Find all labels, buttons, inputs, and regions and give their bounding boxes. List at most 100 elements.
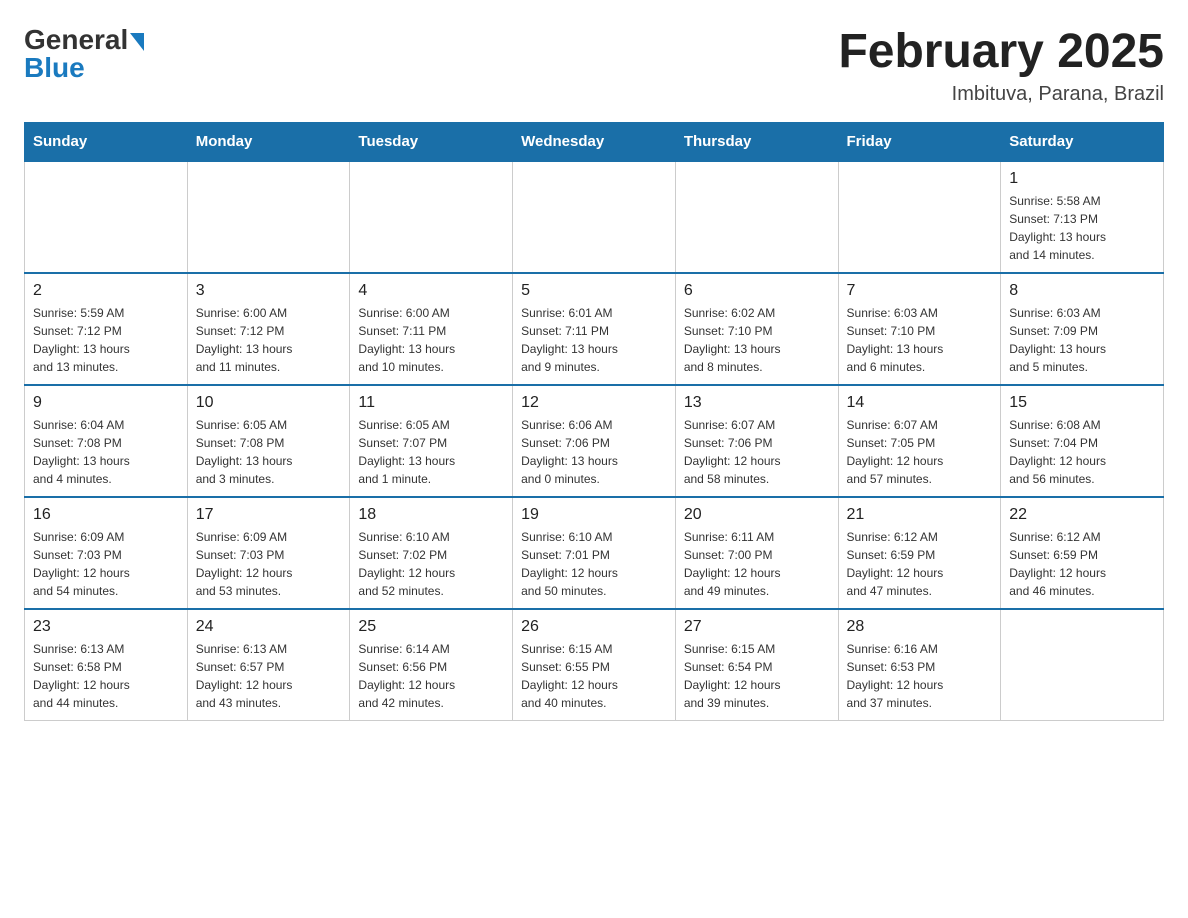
- calendar-cell: 18 Sunrise: 6:10 AMSunset: 7:02 PMDayligh…: [350, 497, 513, 609]
- weekday-header-row: SundayMondayTuesdayWednesdayThursdayFrid…: [25, 123, 1164, 162]
- logo: General Blue: [24, 24, 144, 84]
- day-info: Sunrise: 6:15 AMSunset: 6:54 PMDaylight:…: [684, 640, 830, 712]
- day-number: 28: [847, 618, 993, 636]
- weekday-header-saturday: Saturday: [1001, 123, 1164, 162]
- day-number: 16: [33, 506, 179, 524]
- day-number: 21: [847, 506, 993, 524]
- day-number: 7: [847, 282, 993, 300]
- calendar-cell: [513, 161, 676, 273]
- day-number: 22: [1009, 506, 1155, 524]
- day-number: 14: [847, 394, 993, 412]
- day-number: 25: [358, 618, 504, 636]
- calendar-cell: 9Sunrise: 6:04 AMSunset: 7:08 PMDaylight…: [25, 385, 188, 497]
- calendar-week-row: 2 Sunrise: 5:59 AMSunset: 7:12 PMDaylight…: [25, 273, 1164, 385]
- calendar-cell: 15Sunrise: 6:08 AMSunset: 7:04 PMDayligh…: [1001, 385, 1164, 497]
- day-info: Sunrise: 6:11 AMSunset: 7:00 PMDaylight:…: [684, 528, 830, 600]
- calendar-week-row: 23Sunrise: 6:13 AMSunset: 6:58 PMDayligh…: [25, 609, 1164, 721]
- calendar-cell: 4 Sunrise: 6:00 AMSunset: 7:11 PMDaylight…: [350, 273, 513, 385]
- day-info: Sunrise: 6:12 AMSunset: 6:59 PMDaylight:…: [1009, 528, 1155, 600]
- calendar-cell: 3Sunrise: 6:00 AMSunset: 7:12 PMDaylight…: [187, 273, 350, 385]
- day-number: 6: [684, 282, 830, 300]
- calendar-cell: 12 Sunrise: 6:06 AMSunset: 7:06 PMDayligh…: [513, 385, 676, 497]
- day-info: Sunrise: 6:15 AMSunset: 6:55 PMDaylight:…: [521, 640, 667, 712]
- calendar-cell: 27 Sunrise: 6:15 AMSunset: 6:54 PMDayligh…: [675, 609, 838, 721]
- calendar-cell: 22 Sunrise: 6:12 AMSunset: 6:59 PMDayligh…: [1001, 497, 1164, 609]
- day-info: Sunrise: 6:03 AMSunset: 7:10 PMDaylight:…: [847, 304, 993, 376]
- calendar-cell: [838, 161, 1001, 273]
- day-number: 2: [33, 282, 179, 300]
- day-info: Sunrise: 6:09 AMSunset: 7:03 PMDaylight:…: [33, 528, 179, 600]
- day-number: 5: [521, 282, 667, 300]
- logo-arrow-icon: [130, 33, 144, 51]
- weekday-header-friday: Friday: [838, 123, 1001, 162]
- day-number: 18: [358, 506, 504, 524]
- calendar-cell: 11 Sunrise: 6:05 AMSunset: 7:07 PMDayligh…: [350, 385, 513, 497]
- day-info: Sunrise: 6:03 AMSunset: 7:09 PMDaylight:…: [1009, 304, 1155, 376]
- calendar-cell: 23Sunrise: 6:13 AMSunset: 6:58 PMDayligh…: [25, 609, 188, 721]
- day-info: Sunrise: 6:05 AMSunset: 7:08 PMDaylight:…: [196, 416, 342, 488]
- day-number: 10: [196, 394, 342, 412]
- weekday-header-wednesday: Wednesday: [513, 123, 676, 162]
- location-label: Imbituva, Parana, Brazil: [838, 83, 1164, 106]
- day-number: 26: [521, 618, 667, 636]
- calendar-cell: 5 Sunrise: 6:01 AMSunset: 7:11 PMDaylight…: [513, 273, 676, 385]
- calendar-cell: 20Sunrise: 6:11 AMSunset: 7:00 PMDayligh…: [675, 497, 838, 609]
- day-info: Sunrise: 6:07 AMSunset: 7:05 PMDaylight:…: [847, 416, 993, 488]
- day-number: 27: [684, 618, 830, 636]
- day-info: Sunrise: 6:13 AMSunset: 6:58 PMDaylight:…: [33, 640, 179, 712]
- day-number: 19: [521, 506, 667, 524]
- day-info: Sunrise: 5:59 AMSunset: 7:12 PMDaylight:…: [33, 304, 179, 376]
- calendar-week-row: 16 Sunrise: 6:09 AMSunset: 7:03 PMDayligh…: [25, 497, 1164, 609]
- calendar-header: SundayMondayTuesdayWednesdayThursdayFrid…: [25, 123, 1164, 162]
- day-number: 11: [358, 394, 504, 412]
- day-info: Sunrise: 6:06 AMSunset: 7:06 PMDaylight:…: [521, 416, 667, 488]
- day-info: Sunrise: 6:10 AMSunset: 7:01 PMDaylight:…: [521, 528, 667, 600]
- day-info: Sunrise: 6:10 AMSunset: 7:02 PMDaylight:…: [358, 528, 504, 600]
- day-number: 1: [1009, 170, 1155, 188]
- day-number: 3: [196, 282, 342, 300]
- day-info: Sunrise: 6:07 AMSunset: 7:06 PMDaylight:…: [684, 416, 830, 488]
- day-number: 17: [196, 506, 342, 524]
- calendar-week-row: 1 Sunrise: 5:58 AMSunset: 7:13 PMDaylight…: [25, 161, 1164, 273]
- calendar-cell: 1 Sunrise: 5:58 AMSunset: 7:13 PMDaylight…: [1001, 161, 1164, 273]
- calendar-cell: [187, 161, 350, 273]
- day-number: 12: [521, 394, 667, 412]
- calendar-cell: [1001, 609, 1164, 721]
- calendar-cell: 13 Sunrise: 6:07 AMSunset: 7:06 PMDayligh…: [675, 385, 838, 497]
- day-number: 8: [1009, 282, 1155, 300]
- day-number: 24: [196, 618, 342, 636]
- logo-blue-text: Blue: [24, 52, 85, 84]
- day-info: Sunrise: 6:16 AMSunset: 6:53 PMDaylight:…: [847, 640, 993, 712]
- calendar-body: 1 Sunrise: 5:58 AMSunset: 7:13 PMDaylight…: [25, 161, 1164, 721]
- month-title: February 2025: [838, 24, 1164, 79]
- calendar-cell: [350, 161, 513, 273]
- day-info: Sunrise: 6:01 AMSunset: 7:11 PMDaylight:…: [521, 304, 667, 376]
- weekday-header-thursday: Thursday: [675, 123, 838, 162]
- day-number: 13: [684, 394, 830, 412]
- calendar-cell: 16 Sunrise: 6:09 AMSunset: 7:03 PMDayligh…: [25, 497, 188, 609]
- weekday-header-tuesday: Tuesday: [350, 123, 513, 162]
- calendar-cell: 25 Sunrise: 6:14 AMSunset: 6:56 PMDayligh…: [350, 609, 513, 721]
- day-info: Sunrise: 5:58 AMSunset: 7:13 PMDaylight:…: [1009, 192, 1155, 264]
- calendar-cell: 17Sunrise: 6:09 AMSunset: 7:03 PMDayligh…: [187, 497, 350, 609]
- day-info: Sunrise: 6:08 AMSunset: 7:04 PMDaylight:…: [1009, 416, 1155, 488]
- calendar-cell: [25, 161, 188, 273]
- weekday-header-monday: Monday: [187, 123, 350, 162]
- day-info: Sunrise: 6:00 AMSunset: 7:11 PMDaylight:…: [358, 304, 504, 376]
- day-info: Sunrise: 6:02 AMSunset: 7:10 PMDaylight:…: [684, 304, 830, 376]
- calendar-cell: 24Sunrise: 6:13 AMSunset: 6:57 PMDayligh…: [187, 609, 350, 721]
- day-info: Sunrise: 6:05 AMSunset: 7:07 PMDaylight:…: [358, 416, 504, 488]
- day-info: Sunrise: 6:14 AMSunset: 6:56 PMDaylight:…: [358, 640, 504, 712]
- calendar-week-row: 9Sunrise: 6:04 AMSunset: 7:08 PMDaylight…: [25, 385, 1164, 497]
- calendar-cell: 8 Sunrise: 6:03 AMSunset: 7:09 PMDaylight…: [1001, 273, 1164, 385]
- calendar-cell: 26 Sunrise: 6:15 AMSunset: 6:55 PMDayligh…: [513, 609, 676, 721]
- calendar-cell: 28 Sunrise: 6:16 AMSunset: 6:53 PMDayligh…: [838, 609, 1001, 721]
- calendar-cell: [675, 161, 838, 273]
- weekday-header-sunday: Sunday: [25, 123, 188, 162]
- calendar-cell: 14 Sunrise: 6:07 AMSunset: 7:05 PMDayligh…: [838, 385, 1001, 497]
- day-info: Sunrise: 6:12 AMSunset: 6:59 PMDaylight:…: [847, 528, 993, 600]
- calendar-cell: 19 Sunrise: 6:10 AMSunset: 7:01 PMDayligh…: [513, 497, 676, 609]
- title-area: February 2025 Imbituva, Parana, Brazil: [838, 24, 1164, 106]
- calendar-cell: 7 Sunrise: 6:03 AMSunset: 7:10 PMDaylight…: [838, 273, 1001, 385]
- day-number: 4: [358, 282, 504, 300]
